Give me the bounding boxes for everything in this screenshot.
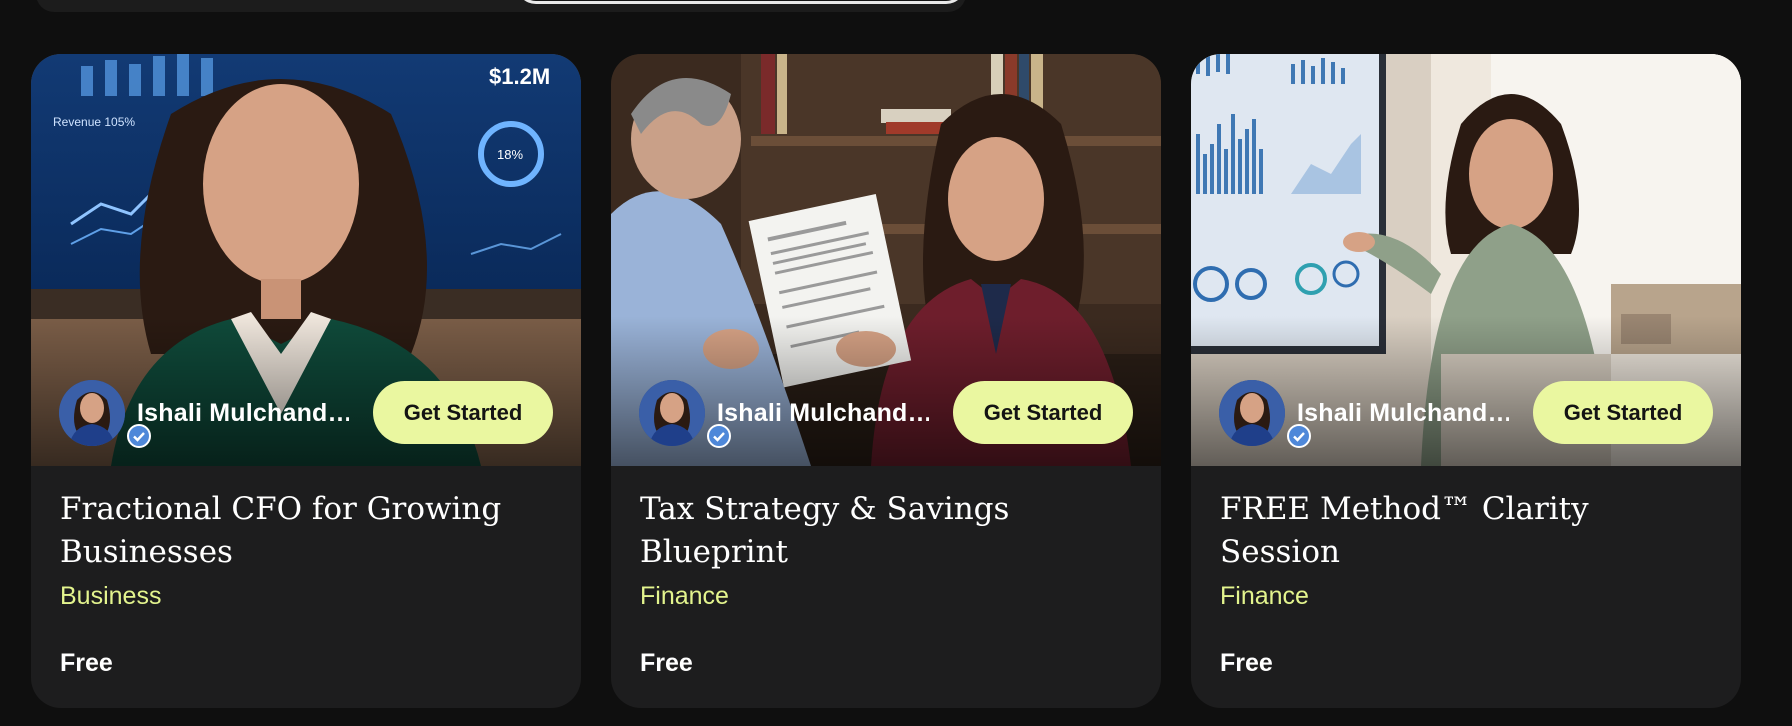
host-name[interactable]: Ishali Mulchand…	[137, 399, 349, 428]
card-price: Free	[640, 649, 693, 677]
offer-card[interactable]: Revenue 105% $1.2M 18% Ishali Mulchand… …	[31, 54, 581, 708]
check-badge-icon	[1287, 424, 1311, 448]
amount-readout: $1.2M	[489, 64, 550, 89]
get-started-button[interactable]: Get Started	[1533, 381, 1713, 444]
card-category: Business	[60, 582, 162, 610]
check-badge-icon	[127, 424, 151, 448]
host-name[interactable]: Ishali Mulchand…	[717, 399, 929, 428]
get-started-button[interactable]: Get Started	[953, 381, 1133, 444]
card-title[interactable]: Fractional CFO for Growing Businesses	[60, 488, 553, 574]
offer-card[interactable]: Ishali Mulchand… Get Started Tax Strateg…	[611, 54, 1161, 708]
host-name[interactable]: Ishali Mulchand…	[1297, 399, 1509, 428]
card-price: Free	[60, 649, 113, 677]
card-image: Revenue 105% $1.2M 18% Ishali Mulchand… …	[31, 54, 581, 466]
card-body: FREE Method™ Clarity Session Finance	[1220, 488, 1713, 611]
host-info[interactable]: Ishali Mulchand…	[59, 380, 349, 448]
offer-card[interactable]: Ishali Mulchand… Get Started FREE Method…	[1191, 54, 1741, 708]
card-category: Finance	[640, 582, 729, 610]
offer-cards: Revenue 105% $1.2M 18% Ishali Mulchand… …	[31, 54, 1741, 708]
card-title[interactable]: Tax Strategy & Savings Blueprint	[640, 488, 1133, 574]
host-avatar[interactable]	[59, 380, 125, 446]
host-avatar[interactable]	[1219, 380, 1285, 446]
card-title[interactable]: FREE Method™ Clarity Session	[1220, 488, 1713, 574]
check-badge-icon	[707, 424, 731, 448]
card-category: Finance	[1220, 582, 1309, 610]
top-bar	[36, 0, 966, 12]
search-pill[interactable]	[516, 0, 966, 4]
card-price: Free	[1220, 649, 1273, 677]
card-body: Tax Strategy & Savings Blueprint Finance	[640, 488, 1133, 611]
get-started-button[interactable]: Get Started	[373, 381, 553, 444]
revenue-panel-label: Revenue 105%	[53, 115, 135, 129]
card-body: Fractional CFO for Growing Businesses Bu…	[60, 488, 553, 611]
host-avatar[interactable]	[639, 380, 705, 446]
percent-readout: 18%	[497, 147, 523, 162]
card-image: Ishali Mulchand… Get Started	[1191, 54, 1741, 466]
host-info[interactable]: Ishali Mulchand…	[639, 380, 929, 448]
host-info[interactable]: Ishali Mulchand…	[1219, 380, 1509, 448]
card-image: Ishali Mulchand… Get Started	[611, 54, 1161, 466]
